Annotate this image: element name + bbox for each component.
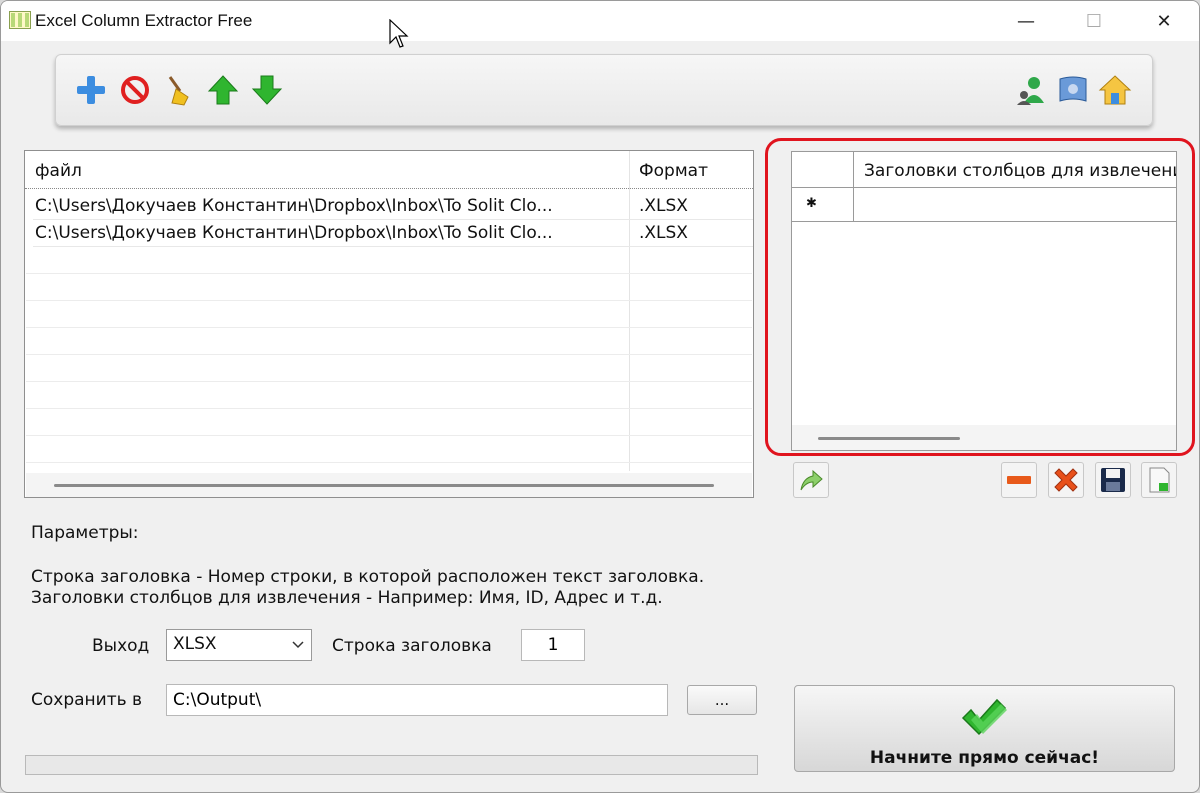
- help-text-header-row: Строка заголовка - Номер строки, в котор…: [31, 567, 705, 587]
- file-path-cell: C:\Users\Докучаев Константин\Dropbox\Inb…: [35, 223, 553, 243]
- save-path-input[interactable]: [166, 684, 668, 716]
- window-title: Excel Column Extractor Free: [35, 11, 253, 30]
- checkmark-icon: [961, 698, 1007, 736]
- file-list-table[interactable]: файл Формат C:\Users\Докучаев Константин…: [24, 150, 754, 498]
- table-row[interactable]: C:\Users\Докучаев Константин\Dropbox\Inb…: [33, 193, 753, 220]
- start-button-label: Начните прямо сейчас!: [869, 748, 1100, 768]
- empty-row: [26, 436, 752, 463]
- column-header-format[interactable]: Формат: [639, 161, 708, 181]
- remove-icon[interactable]: [118, 73, 152, 107]
- file-table-header: файл Формат: [25, 151, 753, 189]
- file-table-scrollbar[interactable]: [26, 473, 752, 497]
- close-button[interactable]: ✕: [1129, 1, 1199, 41]
- header-row-label: Строка заголовка: [332, 636, 492, 656]
- delete-all-button[interactable]: [1048, 462, 1084, 498]
- save-button[interactable]: [1095, 462, 1131, 498]
- start-button[interactable]: Начните прямо сейчас!: [794, 685, 1175, 772]
- title-bar: Excel Column Extractor Free — ☐ ✕: [1, 1, 1199, 48]
- toolbar: [55, 54, 1153, 126]
- home-icon[interactable]: [1098, 73, 1132, 107]
- format-cell: .XLSX: [639, 223, 688, 243]
- delete-row-icon: [1007, 476, 1031, 484]
- empty-row: [26, 301, 752, 328]
- browse-button[interactable]: ...: [687, 685, 757, 715]
- move-up-icon[interactable]: [206, 73, 240, 107]
- empty-row: [26, 409, 752, 436]
- app-icon: [9, 11, 31, 29]
- empty-row: [26, 247, 752, 274]
- minimize-button[interactable]: —: [991, 1, 1061, 41]
- chevron-down-icon: [292, 641, 304, 649]
- scrollbar-thumb[interactable]: [54, 484, 714, 487]
- header-row-input[interactable]: [521, 629, 585, 661]
- export-icon: [1149, 467, 1170, 493]
- apply-arrow-icon: [800, 469, 823, 491]
- format-cell: .XLSX: [639, 196, 688, 216]
- flag-icon[interactable]: [1056, 73, 1090, 107]
- params-heading: Параметры:: [31, 523, 139, 543]
- save-to-label: Сохранить в: [31, 690, 143, 710]
- empty-row: [26, 355, 752, 382]
- save-icon: [1101, 468, 1125, 492]
- delete-row-button[interactable]: [1001, 462, 1037, 498]
- user-account-icon[interactable]: [1014, 73, 1048, 107]
- move-down-icon[interactable]: [250, 73, 284, 107]
- mouse-cursor-icon: [389, 19, 409, 48]
- highlight-annotation: [765, 138, 1195, 456]
- add-icon[interactable]: [74, 73, 108, 107]
- table-row[interactable]: C:\Users\Докучаев Константин\Dropbox\Inb…: [33, 220, 753, 247]
- progress-bar: [25, 755, 758, 775]
- file-path-cell: C:\Users\Докучаев Константин\Dropbox\Inb…: [35, 196, 553, 216]
- help-text-columns: Заголовки столбцов для извлечения - Напр…: [31, 588, 663, 608]
- app-window: Excel Column Extractor Free — ☐ ✕ файл Ф…: [0, 0, 1200, 793]
- maximize-button[interactable]: ☐: [1059, 1, 1129, 41]
- delete-all-icon: [1054, 468, 1078, 492]
- apply-arrow-button[interactable]: [793, 462, 829, 498]
- output-format-select[interactable]: XLSX: [166, 629, 312, 661]
- empty-row: [26, 382, 752, 409]
- column-header-file[interactable]: файл: [35, 161, 82, 181]
- empty-row: [26, 274, 752, 301]
- clear-broom-icon[interactable]: [162, 73, 196, 107]
- empty-row: [26, 328, 752, 355]
- output-format-value: XLSX: [173, 634, 217, 654]
- export-button[interactable]: [1141, 462, 1177, 498]
- output-label: Выход: [92, 636, 150, 656]
